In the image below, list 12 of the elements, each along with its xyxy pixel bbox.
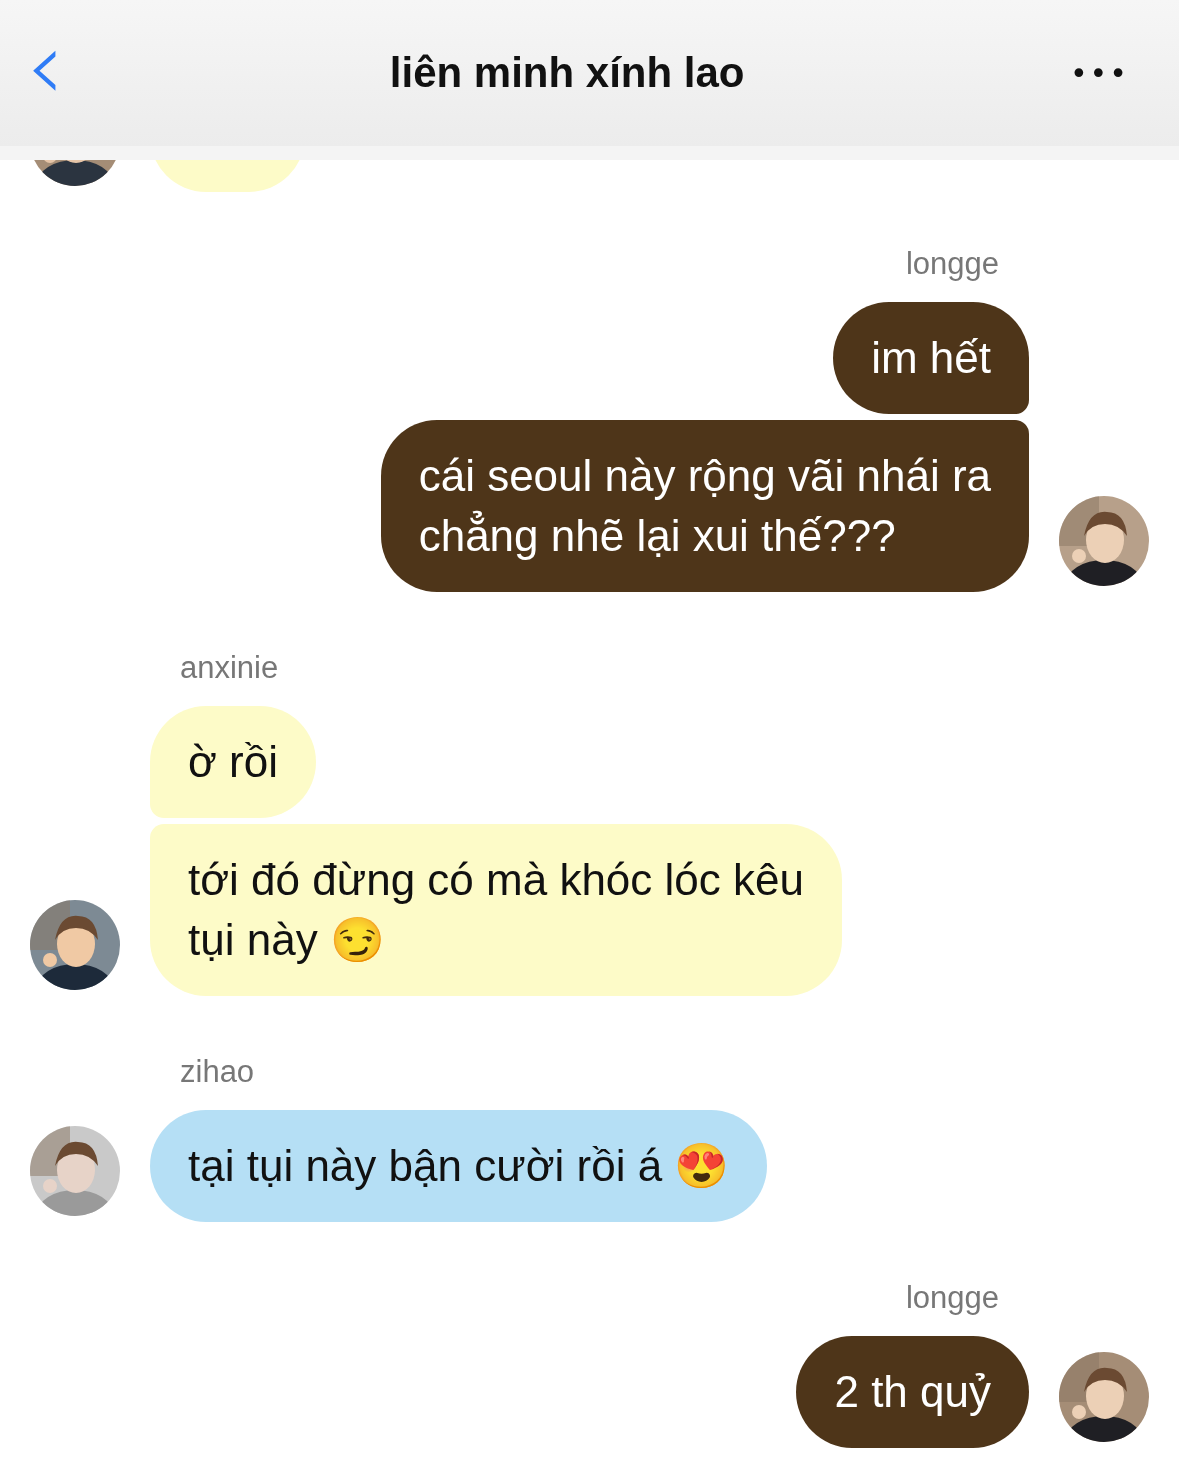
message-bubble: ờ rồi	[150, 706, 316, 818]
sender-name: longge	[905, 1280, 999, 1316]
more-button[interactable]: •••	[1069, 55, 1129, 91]
message-bubble: tại tụi này bận cười rồi á 😍	[150, 1110, 768, 1222]
sender-name: anxinie	[180, 650, 279, 686]
chat-title: liên minh xính lao	[389, 49, 745, 97]
sender-name: zihao	[180, 1054, 255, 1090]
message-bubble: cái seoul này rộng vãi nhái ra chẳng nhẽ lại xui thế???	[380, 420, 1029, 592]
message-bubble: im hết	[833, 302, 1029, 414]
message-bubble: 2 th quỷ	[796, 1336, 1029, 1448]
message-bubble: tới đó đừng có mà khóc lóc kêu tụi này 😏	[150, 824, 842, 996]
sender-name: longge	[905, 246, 999, 282]
